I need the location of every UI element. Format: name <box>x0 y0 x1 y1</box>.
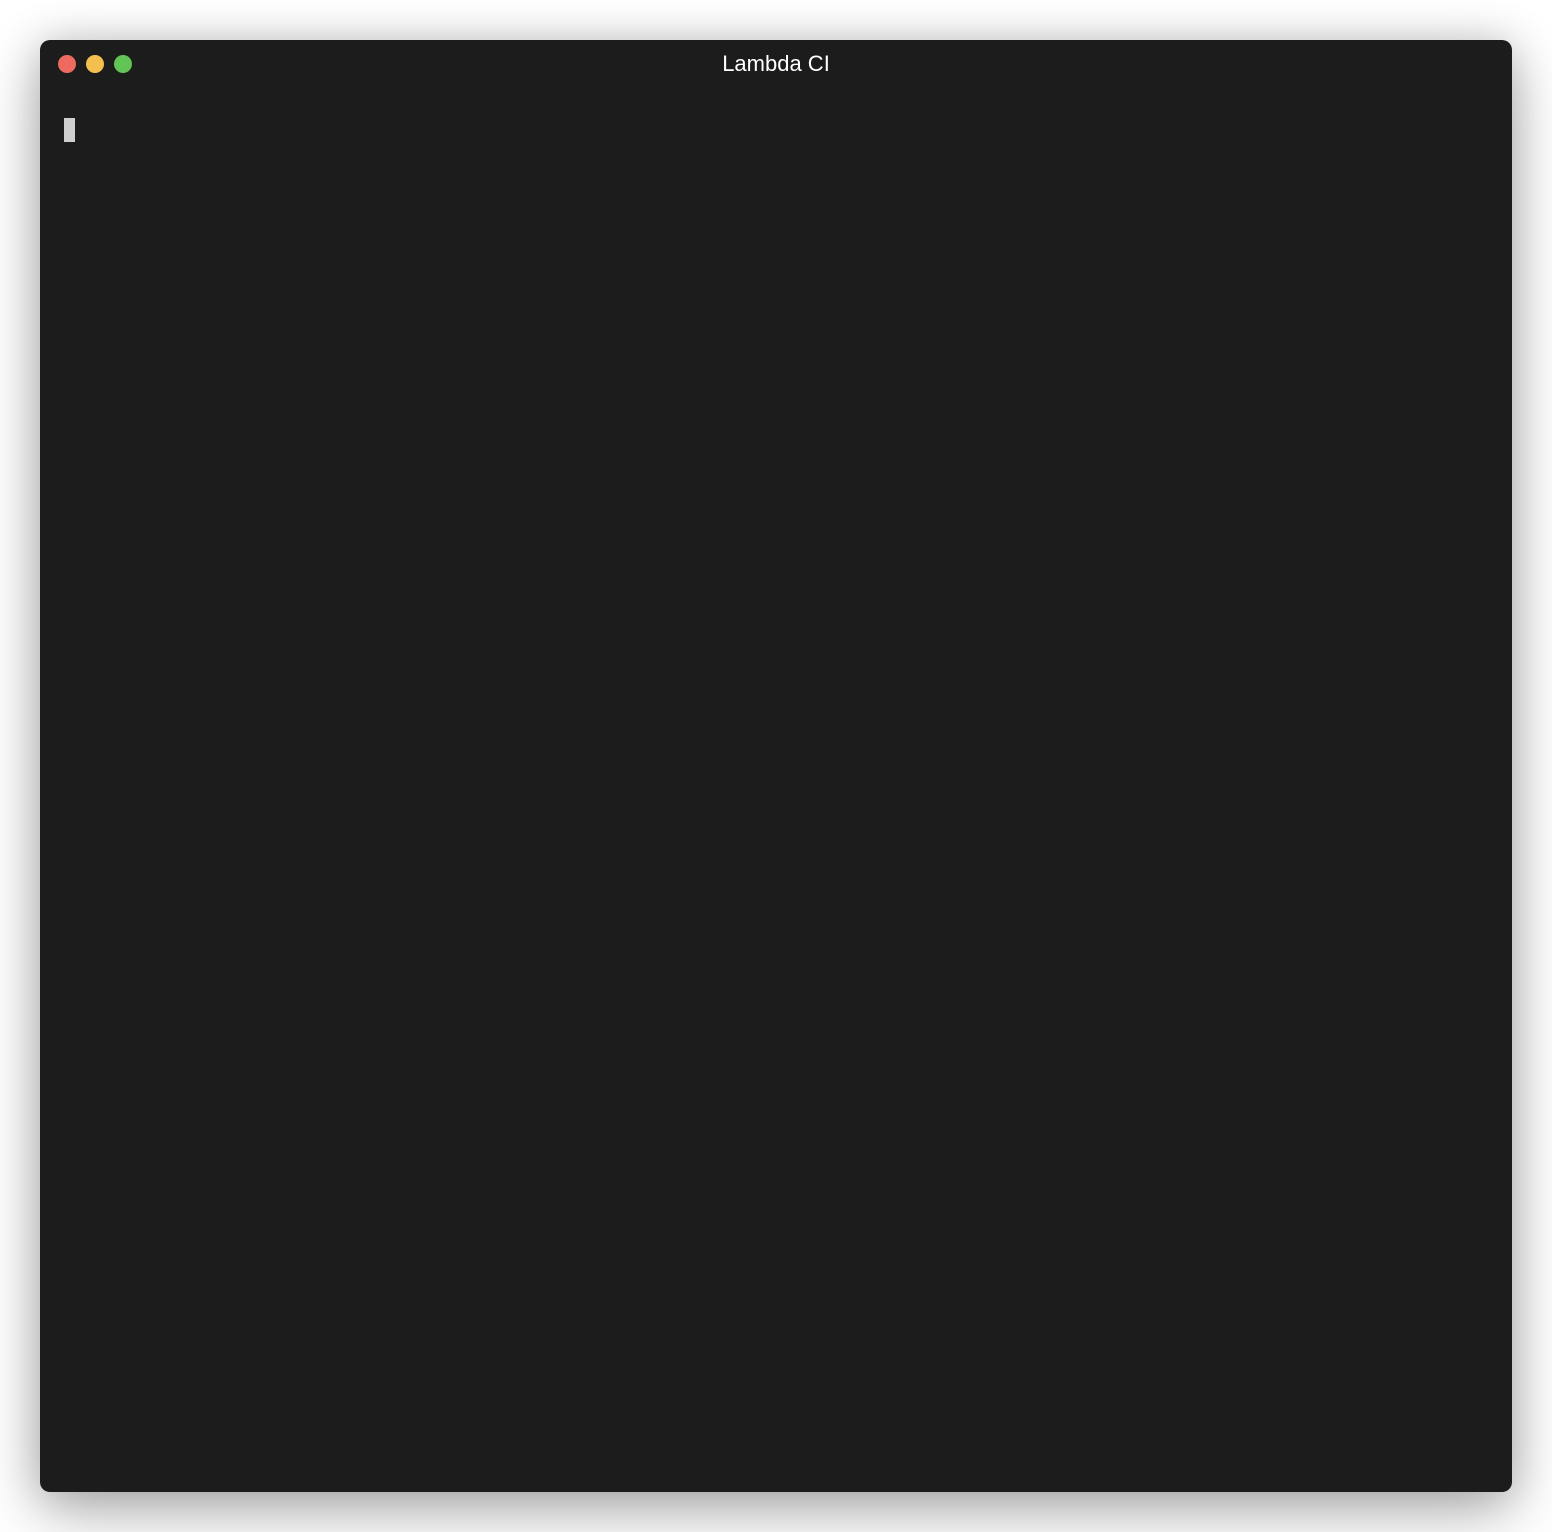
traffic-lights <box>58 55 132 73</box>
terminal-window: Lambda CI <box>40 40 1512 1492</box>
minimize-button[interactable] <box>86 55 104 73</box>
window-title: Lambda CI <box>58 51 1494 77</box>
maximize-button[interactable] <box>114 55 132 73</box>
prompt-line[interactable] <box>64 118 1488 142</box>
titlebar: Lambda CI <box>40 40 1512 88</box>
cursor-icon <box>64 118 75 142</box>
close-button[interactable] <box>58 55 76 73</box>
terminal-body[interactable] <box>40 88 1512 1492</box>
